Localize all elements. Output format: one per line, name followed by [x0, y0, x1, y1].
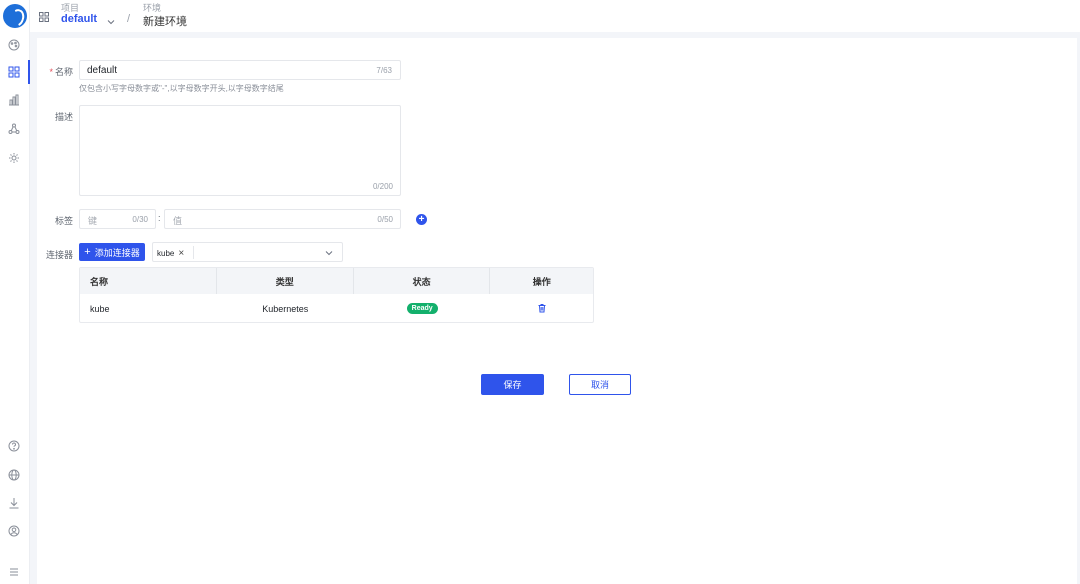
name-counter: 7/63 [376, 66, 392, 75]
connector-tag: kube × [157, 247, 184, 259]
name-label: * 名称 [49, 67, 73, 77]
palette-icon[interactable] [6, 37, 22, 53]
breadcrumb-env: 新建环境 [143, 16, 187, 28]
trash-icon[interactable] [537, 303, 547, 313]
menu-icon[interactable] [6, 564, 22, 580]
description-label: 描述 [54, 112, 73, 122]
connector-label: 连接器 [45, 250, 73, 260]
tag-divider [193, 246, 194, 259]
download-icon[interactable] [6, 495, 22, 511]
column-header-actions: 操作 [532, 276, 551, 287]
save-button[interactable]: 保存 [481, 374, 544, 395]
tag-key-input[interactable]: 键 0/30 [79, 209, 156, 229]
tag-value-input[interactable]: 值 0/50 [164, 209, 401, 229]
add-tag-button[interactable]: + [416, 214, 427, 225]
row-name: kube [90, 303, 110, 314]
breadcrumb-project[interactable]: default [61, 13, 97, 25]
plus-icon: + [84, 246, 91, 258]
share-triangle-icon[interactable] [6, 121, 22, 137]
tags-label: 标签 [54, 216, 73, 226]
app-logo-icon[interactable] [3, 4, 27, 28]
table-row: kube Kubernetes Ready [80, 294, 593, 322]
name-input-value: default [87, 65, 118, 76]
row-status: Ready [354, 294, 490, 322]
tag-key-placeholder: 键 [88, 216, 98, 226]
name-hint: 仅包含小写字母数字或"-",以字母数字开头,以字母数字结尾 [79, 84, 284, 93]
name-input[interactable]: default 7/63 [79, 60, 401, 80]
tag-value-counter: 0/50 [377, 215, 393, 224]
description-textarea[interactable]: 0/200 [79, 105, 401, 196]
tag-colon: : [158, 213, 161, 223]
connector-select[interactable]: kube × [152, 242, 343, 262]
column-header-type: 类型 [217, 268, 354, 294]
tag-value-placeholder: 值 [173, 216, 183, 226]
description-counter: 0/200 [372, 182, 393, 191]
row-type: Kubernetes [262, 303, 309, 314]
bar-chart-icon[interactable] [6, 92, 22, 108]
tag-key-counter: 0/30 [132, 215, 148, 224]
chevron-down-icon[interactable] [106, 14, 116, 25]
chevron-down-icon[interactable] [324, 248, 334, 258]
grid-icon[interactable] [6, 64, 22, 80]
table-header: 名称 类型 状态 操作 [80, 268, 593, 294]
add-connector-button[interactable]: + 添加连接器 [79, 243, 145, 261]
gear-icon[interactable] [6, 150, 22, 166]
top-bar: 项目 default / 环境 新建环境 [30, 0, 1080, 32]
cancel-button[interactable]: 取消 [569, 374, 631, 395]
sidebar [0, 0, 30, 584]
apps-grid-icon[interactable] [39, 9, 49, 22]
help-icon[interactable] [6, 438, 22, 454]
connector-table: 名称 类型 状态 操作 kube Kubernetes Ready [79, 267, 594, 323]
breadcrumb-separator: / [127, 13, 131, 25]
sidebar-active-indicator [28, 60, 30, 84]
user-circle-icon[interactable] [6, 523, 22, 539]
close-icon[interactable]: × [178, 248, 184, 259]
column-header-status: 状态 [354, 268, 491, 294]
status-badge: Ready [406, 303, 438, 314]
connector-tag-label: kube [157, 248, 175, 258]
globe-icon[interactable] [6, 467, 22, 483]
add-connector-label: 添加连接器 [94, 247, 140, 258]
main-panel: * 名称 default 7/63 仅包含小写字母数字或"-",以字母数字开头,以… [37, 38, 1077, 584]
column-header-name: 名称 [80, 268, 217, 294]
row-actions [490, 294, 593, 322]
